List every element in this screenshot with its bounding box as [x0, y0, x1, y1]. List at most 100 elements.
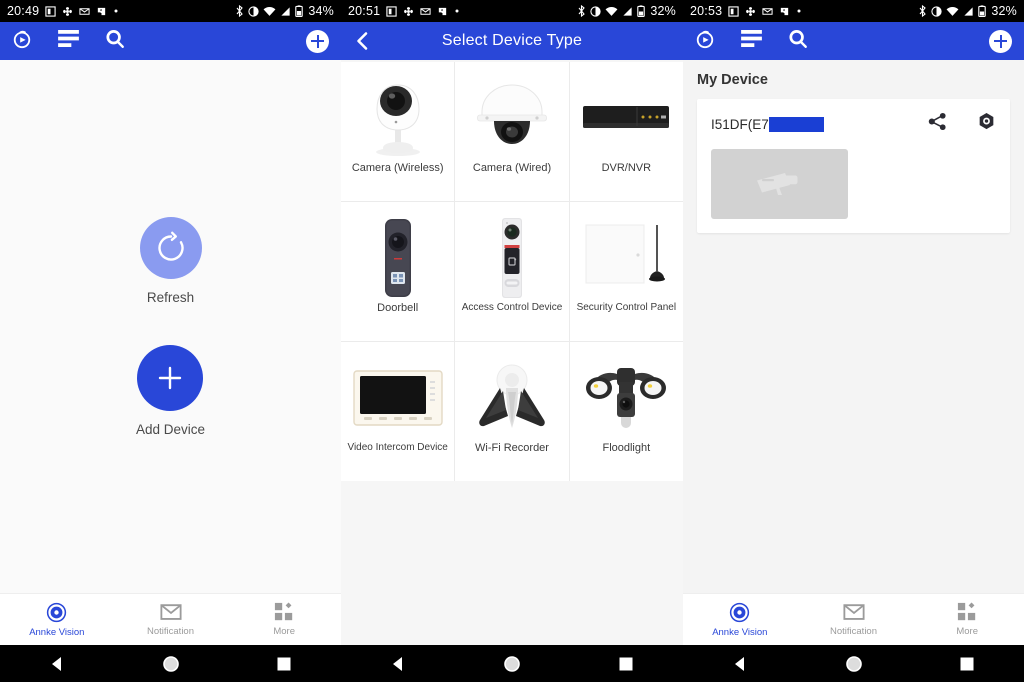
- home-circle-icon: [845, 655, 862, 672]
- android-back-button[interactable]: [0, 655, 114, 673]
- security-panel-image: [570, 214, 683, 302]
- dot-icon: [796, 8, 802, 14]
- android-home-button[interactable]: [114, 655, 228, 673]
- status-left-group: 20:53: [690, 4, 802, 18]
- refresh-button[interactable]: [139, 216, 202, 279]
- status-time: 20:49: [7, 4, 40, 18]
- app-bar: [683, 22, 1024, 60]
- android-home-button[interactable]: [455, 655, 569, 673]
- app-bar-icon-group: [12, 29, 125, 54]
- device-type-cell[interactable]: Wi-Fi Recorder: [455, 342, 569, 481]
- device-thumbnail[interactable]: [711, 149, 848, 219]
- nav-label-annke-vision: Annke Vision: [29, 626, 85, 638]
- add-device-action[interactable]: Add Device: [136, 344, 205, 437]
- device-card-actions: [928, 112, 996, 136]
- nav-item-annke-vision[interactable]: Annke Vision: [0, 602, 114, 638]
- device-type-label: DVR/NVR: [601, 162, 652, 174]
- device-type-cell[interactable]: Floodlight: [569, 342, 683, 481]
- playback-list-icon[interactable]: [58, 30, 79, 52]
- device-type-cell[interactable]: DVR/NVR: [569, 62, 683, 201]
- bluetooth-icon: [577, 5, 586, 17]
- envelope-icon: [842, 603, 865, 620]
- back-arrow-icon[interactable]: [353, 31, 373, 51]
- home-circle-icon: [504, 655, 520, 672]
- nav-item-notification[interactable]: Notification: [114, 603, 228, 637]
- signal-icon: [622, 6, 633, 17]
- wifi-recorder-image: [455, 354, 568, 442]
- device-type-cell[interactable]: Camera (Wired): [455, 62, 569, 201]
- device-type-label: Access Control Device: [461, 302, 563, 313]
- status-bar: 20:53 32%: [683, 0, 1024, 22]
- android-recents-button[interactable]: [910, 656, 1024, 672]
- android-recents-button[interactable]: [569, 656, 683, 672]
- bluetooth-icon: [235, 5, 244, 17]
- status-bar: 20:49 34%: [0, 0, 341, 22]
- empty-state-body: Refresh Add Device: [0, 60, 341, 593]
- status-bar: 20:51 32%: [341, 0, 683, 22]
- device-type-cell[interactable]: Doorbell: [341, 202, 455, 341]
- envelope-icon: [159, 603, 182, 620]
- android-nav-bar: [683, 645, 1024, 682]
- signal-icon: [963, 6, 974, 17]
- do-not-disturb-icon: [590, 5, 602, 17]
- live-view-icon[interactable]: [12, 29, 32, 54]
- live-view-icon[interactable]: [695, 29, 715, 54]
- android-back-button[interactable]: [341, 655, 455, 673]
- pinwheel-icon: [403, 6, 414, 17]
- wifi-icon: [605, 6, 618, 17]
- gear-hex-icon[interactable]: [977, 112, 996, 136]
- add-device-button[interactable]: [306, 29, 329, 53]
- mail-icon: [762, 6, 773, 17]
- access-control-image: [455, 214, 568, 302]
- device-card[interactable]: I51DF(E7: [697, 99, 1010, 233]
- wifi-icon: [946, 6, 959, 17]
- status-time: 20:51: [348, 4, 381, 18]
- device-card-header: I51DF(E7: [711, 112, 996, 136]
- wireless-camera-image: [341, 74, 454, 162]
- android-back-button[interactable]: [683, 655, 797, 673]
- nav-label-notification: Notification: [830, 625, 877, 637]
- status-right-group: 32%: [577, 4, 676, 18]
- refresh-icon: [157, 231, 184, 261]
- back-triangle-icon: [51, 656, 61, 671]
- grid-more-icon: [958, 602, 976, 621]
- battery-icon: [637, 5, 646, 17]
- android-recents-button[interactable]: [227, 656, 341, 672]
- annke-vision-icon: [47, 602, 67, 622]
- nav-item-annke-vision[interactable]: Annke Vision: [683, 602, 797, 638]
- device-name-row: I51DF(E7: [711, 116, 824, 132]
- add-device-circle-button[interactable]: [137, 344, 204, 411]
- android-home-button[interactable]: [797, 655, 911, 673]
- share-icon[interactable]: [928, 112, 947, 136]
- app-bar: Select Device Type: [341, 22, 683, 60]
- nav-item-notification[interactable]: Notification: [797, 603, 911, 637]
- android-nav-bar: [341, 645, 683, 682]
- device-type-cell[interactable]: Video Intercom Device: [341, 342, 455, 481]
- do-not-disturb-icon: [931, 5, 943, 17]
- bottom-nav: Annke Vision Notification More: [683, 593, 1024, 645]
- app-bar-icon-group: [695, 29, 808, 54]
- playback-list-icon[interactable]: [741, 30, 762, 52]
- plus-icon: [994, 34, 1007, 48]
- device-type-cell[interactable]: Security Control Panel: [569, 202, 683, 341]
- add-device-button[interactable]: [989, 29, 1012, 53]
- status-left-group: 20:49: [7, 4, 119, 18]
- refresh-action[interactable]: Refresh: [139, 216, 202, 305]
- home-circle-icon: [162, 655, 179, 672]
- refresh-label: Refresh: [146, 289, 195, 305]
- do-not-disturb-icon: [248, 5, 260, 17]
- battery-percent: 32%: [650, 4, 676, 18]
- search-icon[interactable]: [788, 29, 808, 54]
- nav-item-more[interactable]: More: [910, 602, 1024, 637]
- search-icon[interactable]: [105, 29, 125, 54]
- device-type-cell[interactable]: Access Control Device: [455, 202, 569, 341]
- device-type-cell[interactable]: Camera (Wireless): [341, 62, 455, 201]
- page-title: Select Device Type: [441, 32, 583, 49]
- grid-more-icon: [275, 602, 293, 621]
- android-nav-bar: [0, 645, 341, 682]
- wifi-icon: [263, 6, 276, 17]
- nav-item-more[interactable]: More: [227, 602, 341, 637]
- device-type-grid-wrap: Camera (Wireless) Camera (Wired) DVR/NVR…: [341, 60, 683, 481]
- status-right-group: 32%: [918, 4, 1017, 18]
- dot-icon: [113, 8, 119, 14]
